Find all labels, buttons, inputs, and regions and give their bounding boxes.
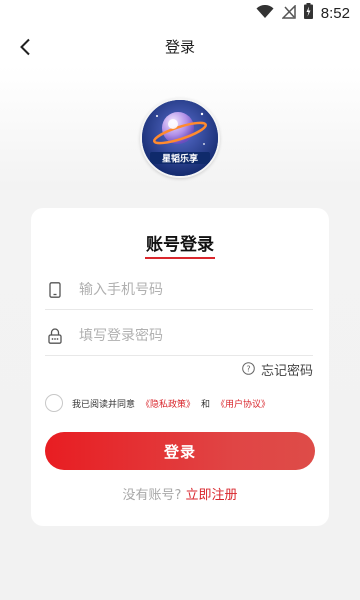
- agreement-prefix: 我已阅读并同意: [72, 399, 136, 410]
- phone-icon: [46, 281, 64, 299]
- app-logo: 星韬乐享: [140, 98, 220, 178]
- phone-input[interactable]: [79, 281, 313, 298]
- login-card-title: 账号登录: [146, 235, 214, 255]
- back-button[interactable]: [12, 34, 38, 60]
- agreement-row: 我已阅读并同意 《隐私政策》 和 《用户协议》: [45, 392, 315, 414]
- battery-charging-icon: [303, 3, 313, 23]
- svg-text:?: ?: [246, 365, 250, 374]
- question-circle-icon: ?: [242, 360, 255, 379]
- login-button[interactable]: 登录: [45, 432, 315, 470]
- forgot-password-label: 忘记密码: [260, 364, 313, 379]
- agreement-checkbox[interactable]: [45, 394, 63, 412]
- user-agreement-link[interactable]: 《用户协议》: [216, 397, 270, 410]
- nav-bar: 登录: [0, 26, 360, 66]
- phone-field-row: [45, 270, 313, 310]
- login-card: 账号登录 ? 忘记密码: [31, 208, 329, 526]
- register-link[interactable]: 立即注册: [186, 488, 238, 503]
- status-bar: 8:52: [0, 0, 360, 26]
- password-input[interactable]: [79, 327, 313, 344]
- title-underline: [145, 257, 215, 259]
- status-time: 8:52: [320, 4, 350, 22]
- forgot-password-link[interactable]: ? 忘记密码: [242, 360, 313, 379]
- signal-off-icon: [280, 3, 296, 23]
- privacy-policy-link[interactable]: 《隐私政策》: [141, 397, 195, 410]
- chevron-left-icon: [20, 38, 30, 56]
- wifi-icon: [256, 4, 274, 23]
- svg-text:星韬乐享: 星韬乐享: [162, 153, 198, 165]
- register-question: 没有账号?: [122, 488, 182, 503]
- page-title: 登录: [164, 37, 195, 56]
- lock-icon: [46, 327, 64, 345]
- password-field-row: [45, 316, 313, 356]
- register-row: 没有账号? 立即注册: [31, 484, 329, 503]
- agreement-and: 和: [201, 399, 211, 410]
